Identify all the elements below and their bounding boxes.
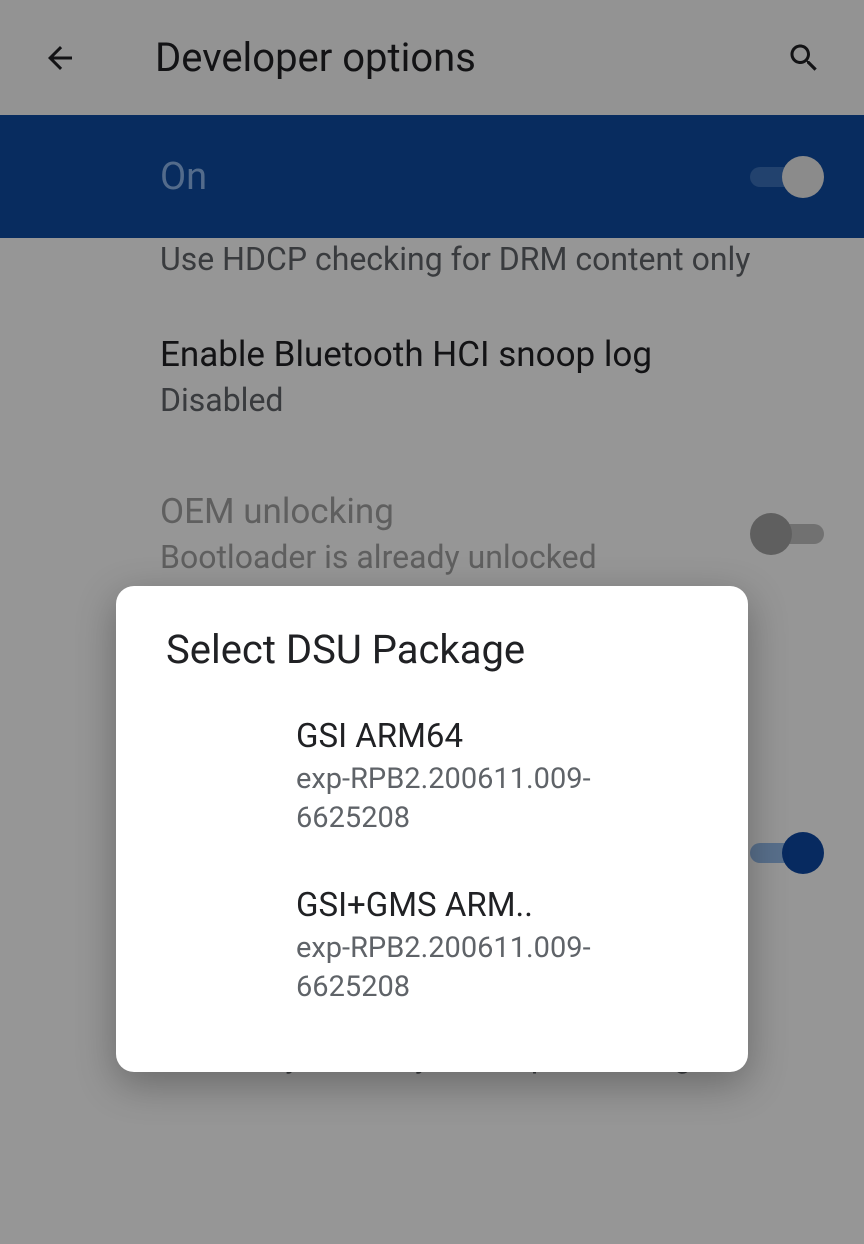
dsu-option-1-title: GSI+GMS ARM..: [296, 886, 698, 925]
dsu-option-1-subtitle: exp-RPB2.200611.009-6625208: [296, 929, 698, 1007]
dsu-package-dialog: Select DSU Package GSI ARM64 exp-RPB2.20…: [116, 586, 748, 1072]
dialog-title: Select DSU Package: [116, 626, 748, 693]
dsu-option-0-title: GSI ARM64: [296, 717, 698, 756]
dsu-package-option-0[interactable]: GSI ARM64 exp-RPB2.200611.009-6625208: [116, 693, 748, 862]
dsu-option-0-subtitle: exp-RPB2.200611.009-6625208: [296, 760, 698, 838]
dsu-package-option-1[interactable]: GSI+GMS ARM.. exp-RPB2.200611.009-662520…: [116, 862, 748, 1031]
